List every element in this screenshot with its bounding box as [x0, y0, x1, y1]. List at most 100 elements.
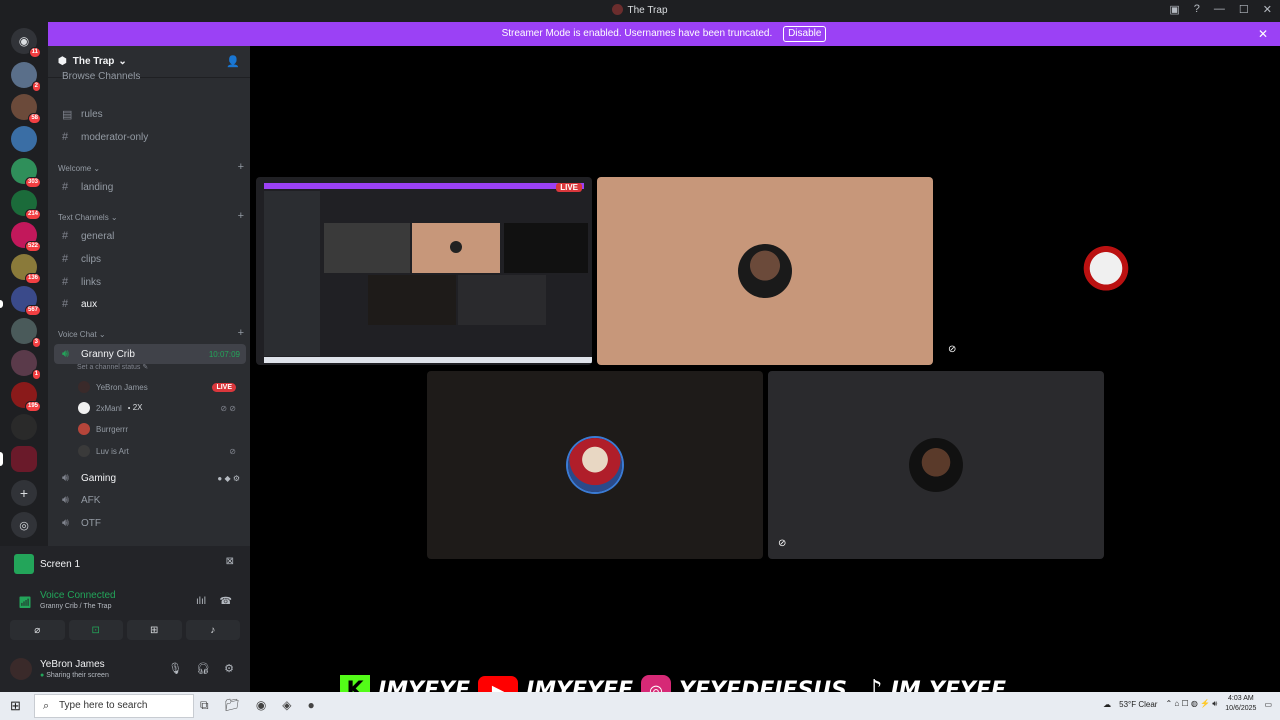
help-icon[interactable]: ? — [1194, 3, 1200, 16]
stream-preview-tile — [368, 275, 456, 325]
banner-text: Streamer Mode is enabled. Usernames have… — [501, 28, 773, 39]
windows-start-icon[interactable]: ⊞ — [10, 698, 21, 714]
voice-user[interactable]: Burrgerrr — [78, 419, 246, 439]
task-view-icon[interactable]: ⧉ — [200, 698, 209, 713]
add-channel-icon[interactable]: + — [238, 161, 244, 173]
server-icon[interactable]: 195 — [11, 382, 41, 412]
server-icon[interactable] — [11, 414, 37, 440]
minimize-button[interactable]: — — [1214, 3, 1225, 16]
voice-user[interactable]: Luv is Art ⊘ — [78, 441, 246, 461]
voice-user[interactable]: 2xManl 🞄 2X ⊘ ⊘ — [78, 398, 246, 418]
avatar — [568, 438, 622, 492]
participant-tile[interactable] — [427, 371, 763, 559]
voice-user[interactable]: YeBron James LIVE — [78, 377, 246, 397]
current-user[interactable]: YeBron James ● Sharing their screen 🎙︎ 🎧… — [10, 654, 240, 684]
obs-icon[interactable]: ● — [308, 698, 315, 713]
server-icon[interactable]: 522 — [11, 222, 41, 252]
channel-moderator-only[interactable]: # moderator-only — [54, 127, 246, 147]
participant-tile[interactable]: ⊘ — [768, 371, 1104, 559]
voice-channel-granny-crib[interactable]: 🔊︎ Granny Crib 10:07:09 — [54, 344, 246, 364]
file-explorer-icon[interactable]: 📁︎ — [225, 698, 240, 713]
user-status: ● Sharing their screen — [40, 672, 109, 679]
settings-gear-icon[interactable]: ⚙ — [224, 662, 234, 675]
server-icon[interactable]: 3 — [11, 318, 41, 348]
headphones-icon[interactable]: 🎧︎ — [196, 662, 210, 675]
camera-button[interactable]: ⌀ — [10, 620, 65, 640]
server-icon-active[interactable] — [11, 446, 37, 472]
soundboard-button[interactable]: ♪ — [185, 620, 240, 640]
channel-links[interactable]: # links — [54, 272, 246, 292]
category-text-channels[interactable]: Text Channels ⌄ + — [58, 210, 244, 222]
noise-suppression-icon[interactable]: ılıl — [196, 596, 206, 607]
stream-preview-sidebar — [264, 191, 320, 356]
close-button[interactable]: ✕ — [1263, 3, 1272, 16]
browse-channels[interactable]: Browse Channels — [54, 72, 246, 80]
server-badge-icon: ⬢ — [58, 56, 67, 67]
invite-people-icon[interactable]: 👤 — [226, 55, 240, 68]
add-channel-icon[interactable]: + — [238, 327, 244, 339]
speaker-icon: 🔊︎ — [62, 493, 69, 506]
voice-channel-afk[interactable]: 🔊︎ AFK — [54, 490, 246, 510]
chrome-icon[interactable]: ◉ — [256, 698, 266, 713]
notification-icon[interactable]: ▭ — [1264, 700, 1272, 709]
participant-tile[interactable] — [597, 177, 933, 365]
server-icon[interactable]: 567 — [11, 286, 41, 316]
direct-messages-icon[interactable]: ◉ 11 — [11, 28, 41, 58]
weather-text[interactable]: 53°F Clear — [1119, 700, 1157, 709]
screen-share-button[interactable]: ⊡ — [68, 620, 123, 640]
avatar — [78, 402, 90, 414]
chevron-down-icon: ⌄ — [118, 56, 127, 67]
server-icon[interactable]: 136 — [11, 254, 41, 284]
stop-stream-icon[interactable]: ⊠ — [226, 556, 234, 567]
server-icon[interactable]: 2 — [11, 62, 41, 92]
server-icon[interactable]: 214 — [11, 190, 41, 220]
server-icon[interactable] — [11, 126, 37, 152]
server-icon[interactable]: 1 — [11, 350, 41, 380]
voice-connected-status[interactable]: Voice Connected — [40, 590, 116, 601]
muted-icon: ⊘ — [229, 446, 236, 456]
taskbar-search[interactable]: ⌕ Type here to search — [34, 694, 194, 718]
server-icon[interactable]: 58 — [11, 94, 41, 124]
activities-button[interactable]: ⊞ — [127, 620, 182, 640]
set-channel-status[interactable]: Set a channel status ✎ — [77, 363, 148, 371]
screen-share-preview[interactable]: Screen 1 — [14, 554, 80, 574]
stream-tile[interactable]: LIVE — [256, 177, 592, 365]
microphone-icon[interactable]: 🎙︎ — [168, 662, 182, 675]
add-server-icon[interactable]: + — [11, 480, 37, 506]
channel-actions[interactable]: ● ◆ ⚙ — [217, 474, 240, 483]
avatar — [78, 445, 90, 457]
voice-channel-otf[interactable]: 🔊︎ OTF — [54, 513, 246, 533]
server-icon[interactable]: 303 — [11, 158, 41, 188]
tray-icons[interactable]: ⌃ ⌂ ☐ ◍ ⚡ 🔊︎ — [1165, 699, 1217, 709]
app-icon — [612, 4, 624, 15]
live-badge: LIVE — [556, 183, 582, 192]
disable-button[interactable]: Disable — [783, 26, 827, 42]
voice-location: Granny Crib / The Trap — [40, 603, 112, 610]
category-voice-chat[interactable]: Voice Chat ⌄ + — [58, 327, 244, 339]
participant-tile[interactable]: ⊘ — [938, 177, 1274, 365]
system-tray: ☁ 53°F Clear ⌃ ⌂ ☐ ◍ ⚡ 🔊︎ 4:03 AM 10/6/20… — [1103, 694, 1272, 714]
deafened-icon: ⊘ ⊘ — [220, 403, 236, 413]
inbox-icon[interactable]: ▣ — [1169, 3, 1179, 16]
close-banner-icon[interactable]: ✕ — [1258, 22, 1268, 46]
speaker-icon: 🔊︎ — [62, 516, 69, 529]
channel-sidebar: ⬢ The Trap ⌄ 👤 Browse Channels ▤ rules # m… — [48, 46, 250, 546]
channel-general[interactable]: # general — [54, 226, 246, 246]
channel-aux[interactable]: # aux — [54, 294, 246, 314]
category-welcome[interactable]: Welcome ⌄ + — [58, 161, 244, 173]
muted-icon: ⊘ — [948, 344, 957, 355]
active-server-pill — [0, 452, 3, 466]
channel-rules[interactable]: ▤ rules — [54, 104, 246, 124]
channel-clips[interactable]: # clips — [54, 249, 246, 269]
disconnect-icon[interactable]: ☎ — [220, 596, 232, 607]
stream-preview-banner — [264, 183, 584, 189]
add-channel-icon[interactable]: + — [238, 210, 244, 222]
discord-icon[interactable]: ◈ — [282, 698, 291, 713]
voice-channel-gaming[interactable]: 🔊︎ Gaming ● ◆ ⚙ — [54, 468, 246, 488]
clock[interactable]: 4:03 AM 10/6/2025 — [1225, 694, 1256, 714]
discover-icon[interactable]: ◎ — [11, 512, 37, 538]
channel-landing[interactable]: # landing — [54, 177, 246, 197]
maximize-button[interactable]: ☐ — [1239, 3, 1249, 16]
live-badge: LIVE — [212, 382, 236, 392]
search-icon: ⌕ — [43, 700, 50, 712]
